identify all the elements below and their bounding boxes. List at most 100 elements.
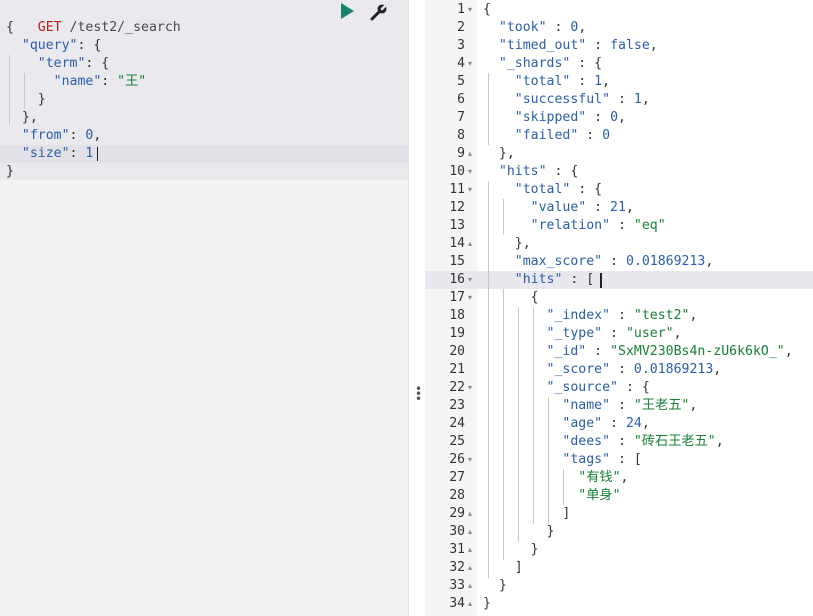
code-punctuation [6, 38, 22, 53]
text-cursor [97, 147, 98, 161]
request-code-line[interactable]: "from": 0, [6, 127, 101, 145]
request-code-line[interactable]: { [6, 19, 14, 37]
fold-toggle-icon[interactable]: ▾ [468, 451, 476, 469]
response-code-line[interactable]: "max_score" : 0.01869213, [483, 253, 714, 271]
play-icon[interactable] [341, 3, 354, 19]
code-key: "max_score" [514, 254, 603, 269]
code-key: "_source" [546, 380, 618, 395]
fold-toggle-icon[interactable]: ▾ [468, 55, 476, 73]
response-code-line[interactable]: "failed" : 0 [483, 127, 610, 145]
unfold-marker-icon[interactable]: ▴ [468, 523, 476, 541]
code-num: 1 [633, 92, 642, 107]
response-code-line[interactable]: { [483, 289, 539, 307]
line-number: 29 [449, 506, 465, 521]
unfold-marker-icon[interactable]: ▴ [468, 577, 476, 595]
unfold-marker-icon[interactable]: ▴ [468, 541, 476, 559]
request-line[interactable]: GET /test2/_search [6, 1, 181, 35]
response-code-line[interactable]: ] [483, 505, 570, 523]
request-code-line[interactable]: } [6, 163, 14, 181]
wrench-icon[interactable] [369, 2, 389, 22]
unfold-marker-icon[interactable]: ▴ [468, 595, 476, 613]
request-code-line[interactable]: }, [6, 109, 38, 127]
response-code-line[interactable]: }, [483, 235, 531, 253]
unfold-marker-icon[interactable]: ▴ [468, 559, 476, 577]
response-code-line[interactable]: }, [483, 145, 515, 163]
fold-toggle-icon[interactable]: ▾ [468, 181, 476, 199]
unfold-marker-icon[interactable]: ▴ [468, 505, 476, 523]
response-code-line[interactable]: "hits" : { [483, 163, 578, 181]
code-key: "_id" [546, 344, 587, 359]
response-code-line[interactable]: "age" : 24, [483, 415, 649, 433]
response-code-line[interactable]: } [483, 577, 507, 595]
response-code-line[interactable]: "total" : { [483, 181, 602, 199]
indent-guide [488, 73, 489, 145]
code-punctuation: : [ [610, 452, 642, 467]
code-key: "failed" [514, 128, 579, 143]
response-code-line[interactable]: "skipped" : 0, [483, 109, 626, 127]
request-editor[interactable]: GET /test2/_search { "query": { "term": … [0, 0, 409, 616]
response-code-line[interactable]: "total" : 1, [483, 73, 610, 91]
code-str: "王老五" [633, 398, 690, 413]
fold-toggle-icon[interactable]: ▾ [468, 163, 476, 181]
code-punctuation: : [586, 38, 611, 53]
pane-splitter[interactable] [410, 0, 425, 616]
code-punctuation: : { [570, 182, 603, 197]
line-number: 3 [457, 38, 465, 53]
code-key: "_index" [546, 308, 611, 323]
fold-toggle-icon[interactable]: ▾ [468, 271, 476, 289]
code-bool: false [610, 38, 650, 53]
request-path: /test2/_search [69, 20, 181, 35]
response-code-line[interactable]: "hits" : [ [483, 271, 594, 289]
code-punctuation: : { [546, 164, 579, 179]
indent-guide [548, 397, 549, 524]
request-code-line[interactable]: } [6, 91, 46, 109]
response-code-line[interactable]: "tags" : [ [483, 451, 642, 469]
unfold-marker-icon[interactable]: ▴ [468, 235, 476, 253]
code-punctuation: } [6, 92, 46, 107]
response-code-line[interactable]: "relation" : "eq" [483, 217, 666, 235]
code-punctuation: : [610, 434, 634, 449]
code-punctuation: : [610, 218, 634, 233]
code-punctuation: { [6, 20, 14, 35]
drag-handle-icon[interactable]: • • • [415, 383, 422, 405]
line-number: 9 [457, 146, 465, 161]
request-code-line[interactable]: "query": { [6, 37, 101, 55]
code-str: "砖石王老五" [633, 434, 716, 449]
response-code-line[interactable]: "有钱", [483, 469, 628, 487]
code-punctuation [483, 344, 547, 359]
code-punctuation: , [625, 200, 634, 215]
code-key: "term" [37, 56, 86, 71]
response-code-line[interactable]: { [483, 1, 491, 19]
response-code-line[interactable]: "name" : "王老五", [483, 397, 697, 415]
response-code-line[interactable]: "_type" : "user", [483, 325, 682, 343]
response-code-line[interactable]: "timed_out" : false, [483, 37, 658, 55]
code-punctuation [483, 308, 547, 323]
response-code-line[interactable]: "_shards" : { [483, 55, 602, 73]
response-code-line[interactable]: "value" : 21, [483, 199, 634, 217]
code-num: 21 [610, 200, 626, 215]
response-code-line[interactable]: "dees" : "砖石王老五", [483, 433, 723, 451]
code-key: "size" [21, 146, 70, 161]
fold-toggle-icon[interactable]: ▾ [468, 289, 476, 307]
code-key: "_shards" [498, 56, 571, 71]
fold-toggle-icon[interactable]: ▾ [468, 1, 476, 19]
request-code-line[interactable]: "name": "王" [6, 73, 147, 91]
code-punctuation: } [6, 164, 14, 179]
request-code-line[interactable]: "size": 1 [6, 145, 93, 163]
code-punctuation [483, 434, 562, 449]
code-punctuation [6, 74, 54, 89]
code-punctuation: : [578, 128, 603, 143]
response-code-line[interactable]: } [483, 595, 491, 613]
request-code-line[interactable]: "term": { [6, 55, 109, 73]
response-code-line[interactable]: "_id" : "SxMV230Bs4n-zU6k6kO_", [483, 343, 793, 361]
unfold-marker-icon[interactable]: ▴ [468, 145, 476, 163]
response-code-line[interactable]: "_index" : "test2", [483, 307, 698, 325]
fold-toggle-icon[interactable]: ▾ [468, 379, 476, 397]
line-number: 6 [457, 92, 465, 107]
code-punctuation [6, 146, 22, 161]
response-code-line[interactable]: "took" : 0, [483, 19, 586, 37]
response-code-line[interactable]: } [483, 541, 539, 559]
response-code-line[interactable]: "successful" : 1, [483, 91, 650, 109]
code-key: "hits" [514, 272, 563, 287]
response-code-line[interactable]: "_source" : { [483, 379, 650, 397]
